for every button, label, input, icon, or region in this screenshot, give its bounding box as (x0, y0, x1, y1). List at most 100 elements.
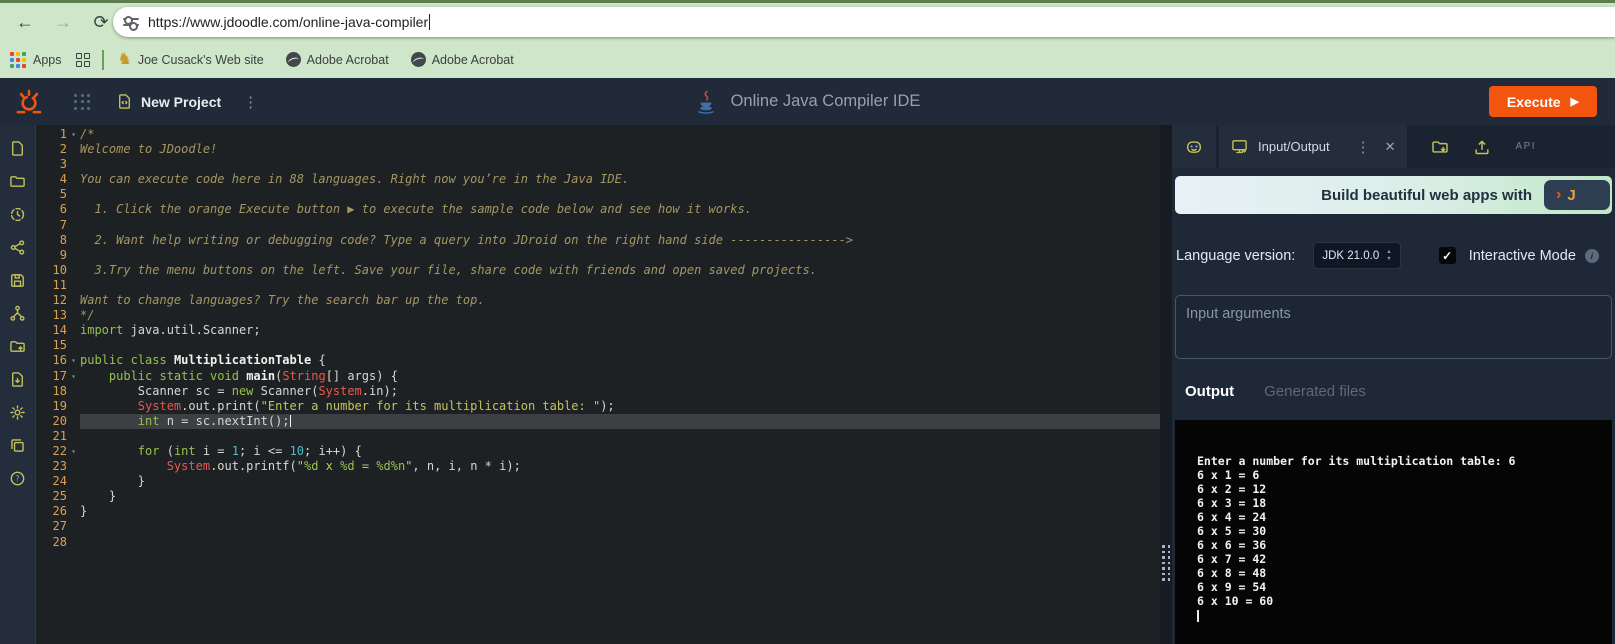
duplicate-copy-icon[interactable] (5, 432, 31, 458)
code-line-11[interactable]: 11 (37, 278, 1160, 293)
jdoodle-logo-icon[interactable] (12, 85, 46, 119)
code-line-22[interactable]: 22 ▾ for (int i = 1; i <= 10; i++) { (37, 444, 1160, 459)
open-folder-icon[interactable] (5, 168, 31, 194)
output-console[interactable]: Enter a number for its multiplication ta… (1175, 420, 1612, 644)
code-line-13[interactable]: 13 */ (37, 308, 1160, 323)
fold-arrow-icon[interactable]: ▾ (67, 444, 80, 459)
execute-button[interactable]: Execute ▶ (1488, 86, 1597, 117)
bookmark-adobe-acrobat-2[interactable]: Adobe Acrobat (410, 52, 514, 67)
project-switcher[interactable]: New Project (116, 93, 221, 110)
code-line-15[interactable]: 15 (37, 338, 1160, 353)
fold-arrow-icon[interactable]: ▾ (67, 353, 80, 368)
code-text[interactable] (80, 278, 1160, 293)
code-line-7[interactable]: 7 (37, 218, 1160, 233)
code-text[interactable] (80, 338, 1160, 353)
code-line-10[interactable]: 10 3.Try the menu buttons on the left. S… (37, 263, 1160, 278)
code-line-23[interactable]: 23 System.out.printf("%d x %d = %d%n", n… (37, 459, 1160, 474)
project-menu-kebab-icon[interactable]: ⋮ (243, 93, 258, 111)
export-upload-icon[interactable] (1473, 138, 1491, 156)
help-icon[interactable]: ? (5, 465, 31, 491)
panel-resize-splitter[interactable] (1160, 125, 1172, 644)
io-tab-kebab-icon[interactable]: ⋮ (1356, 138, 1371, 156)
code-text[interactable] (80, 535, 1160, 550)
project-folder-download-icon[interactable] (1431, 138, 1449, 156)
fold-arrow-icon[interactable]: ▾ (67, 127, 80, 142)
code-text[interactable]: Scanner sc = new Scanner(System.in); (80, 384, 1160, 399)
code-text[interactable] (80, 429, 1160, 444)
code-text[interactable] (80, 157, 1160, 172)
code-text[interactable]: You can execute code here in 88 language… (80, 172, 1160, 187)
code-text[interactable]: Want to change languages? Try the search… (80, 293, 1160, 308)
code-line-16[interactable]: 16 ▾ public class MultiplicationTable { (37, 353, 1160, 368)
code-text[interactable]: /* (80, 127, 1160, 142)
code-text[interactable]: int n = sc.nextInt(); (80, 413, 1160, 429)
tab-generated-files[interactable]: Generated files (1264, 383, 1366, 400)
reload-button[interactable]: ⟳ (86, 7, 116, 37)
code-text[interactable]: 1. Click the orange Execute button ▶ to … (80, 202, 1160, 217)
project-name[interactable]: New Project (141, 94, 221, 110)
grid-shortcut-icon[interactable] (75, 52, 90, 67)
code-line-12[interactable]: 12 Want to change languages? Try the sear… (37, 293, 1160, 308)
code-text[interactable]: System.out.print("Enter a number for its… (80, 399, 1160, 414)
code-text[interactable]: Welcome to JDoodle! (80, 142, 1160, 157)
code-text[interactable] (80, 218, 1160, 233)
code-line-14[interactable]: 14 import java.util.Scanner; (37, 323, 1160, 338)
code-text[interactable]: 2. Want help writing or debugging code? … (80, 233, 1160, 248)
code-text[interactable]: for (int i = 1; i <= 10; i++) { (80, 444, 1160, 459)
open-project-upload-icon[interactable] (5, 333, 31, 359)
code-line-17[interactable]: 17 ▾ public static void main(String[] arg… (37, 369, 1160, 384)
code-text[interactable] (80, 519, 1160, 534)
code-line-25[interactable]: 25 } (37, 489, 1160, 504)
code-text[interactable] (80, 248, 1160, 263)
code-text[interactable]: } (80, 504, 1160, 519)
code-text[interactable]: } (80, 474, 1160, 489)
code-text[interactable]: } (80, 489, 1160, 504)
fold-arrow-icon[interactable]: ▾ (67, 369, 80, 384)
bookmark-adobe-acrobat-1[interactable]: Adobe Acrobat (285, 52, 389, 67)
code-line-9[interactable]: 9 (37, 248, 1160, 263)
code-line-18[interactable]: 18 Scanner sc = new Scanner(System.in); (37, 384, 1160, 399)
promo-banner[interactable]: Build beautiful web apps with › J (1175, 176, 1612, 214)
code-text[interactable]: import java.util.Scanner; (80, 323, 1160, 338)
code-line-19[interactable]: 19 System.out.print("Enter a number for … (37, 399, 1160, 414)
address-bar[interactable]: https://www.jdoodle.com/online-java-comp… (113, 7, 1615, 37)
code-line-28[interactable]: 28 (37, 535, 1160, 550)
code-line-20[interactable]: 20 int n = sc.nextInt(); (37, 413, 1160, 429)
io-tab-close-icon[interactable]: ✕ (1385, 139, 1396, 155)
language-version-select[interactable]: JDK 21.0.0 ▲ ▼ (1313, 242, 1401, 269)
interactive-mode-checkbox[interactable]: ✓ (1438, 247, 1456, 264)
share-icon[interactable] (5, 234, 31, 260)
new-file-icon[interactable] (5, 135, 31, 161)
code-text[interactable]: public class MultiplicationTable { (80, 353, 1160, 368)
api-button[interactable]: API (1515, 141, 1536, 152)
code-line-24[interactable]: 24 } (37, 474, 1160, 489)
info-icon[interactable]: i (1584, 248, 1599, 263)
back-button[interactable]: ← (10, 7, 40, 37)
jdroid-button[interactable] (1172, 125, 1216, 168)
forward-button[interactable]: → (48, 7, 78, 37)
settings-gear-icon[interactable] (5, 399, 31, 425)
menu-grid-icon[interactable] (74, 93, 90, 110)
code-line-8[interactable]: 8 2. Want help writing or debugging code… (37, 233, 1160, 248)
site-settings-icon[interactable] (123, 14, 139, 31)
code-line-5[interactable]: 5 (37, 187, 1160, 202)
code-text[interactable] (80, 187, 1160, 202)
code-line-4[interactable]: 4 You can execute code here in 88 languag… (37, 172, 1160, 187)
code-line-26[interactable]: 26} (37, 504, 1160, 519)
tab-output[interactable]: Output (1185, 383, 1234, 400)
save-icon[interactable] (5, 267, 31, 293)
code-line-3[interactable]: 3 (37, 157, 1160, 172)
git-fork-icon[interactable] (5, 300, 31, 326)
promo-banner-button[interactable]: › J (1544, 180, 1610, 210)
input-arguments-field[interactable]: Input arguments (1175, 295, 1612, 359)
apps-label[interactable]: Apps (33, 53, 62, 67)
code-text[interactable]: System.out.printf("%d x %d = %d%n", n, i… (80, 459, 1160, 474)
code-line-6[interactable]: 6 1. Click the orange Execute button ▶ t… (37, 202, 1160, 217)
code-editor[interactable]: 1 ▾/* 2 Welcome to JDoodle! 3 4 You can execut… (37, 125, 1160, 644)
code-line-27[interactable]: 27 (37, 519, 1160, 534)
code-line-21[interactable]: 21 (37, 429, 1160, 444)
drag-grip-icon[interactable] (1162, 545, 1170, 581)
tab-input-output[interactable]: Input/Output ⋮ ✕ (1219, 125, 1408, 168)
url-text[interactable]: https://www.jdoodle.com/online-java-comp… (148, 14, 428, 30)
code-line-2[interactable]: 2 Welcome to JDoodle! (37, 142, 1160, 157)
